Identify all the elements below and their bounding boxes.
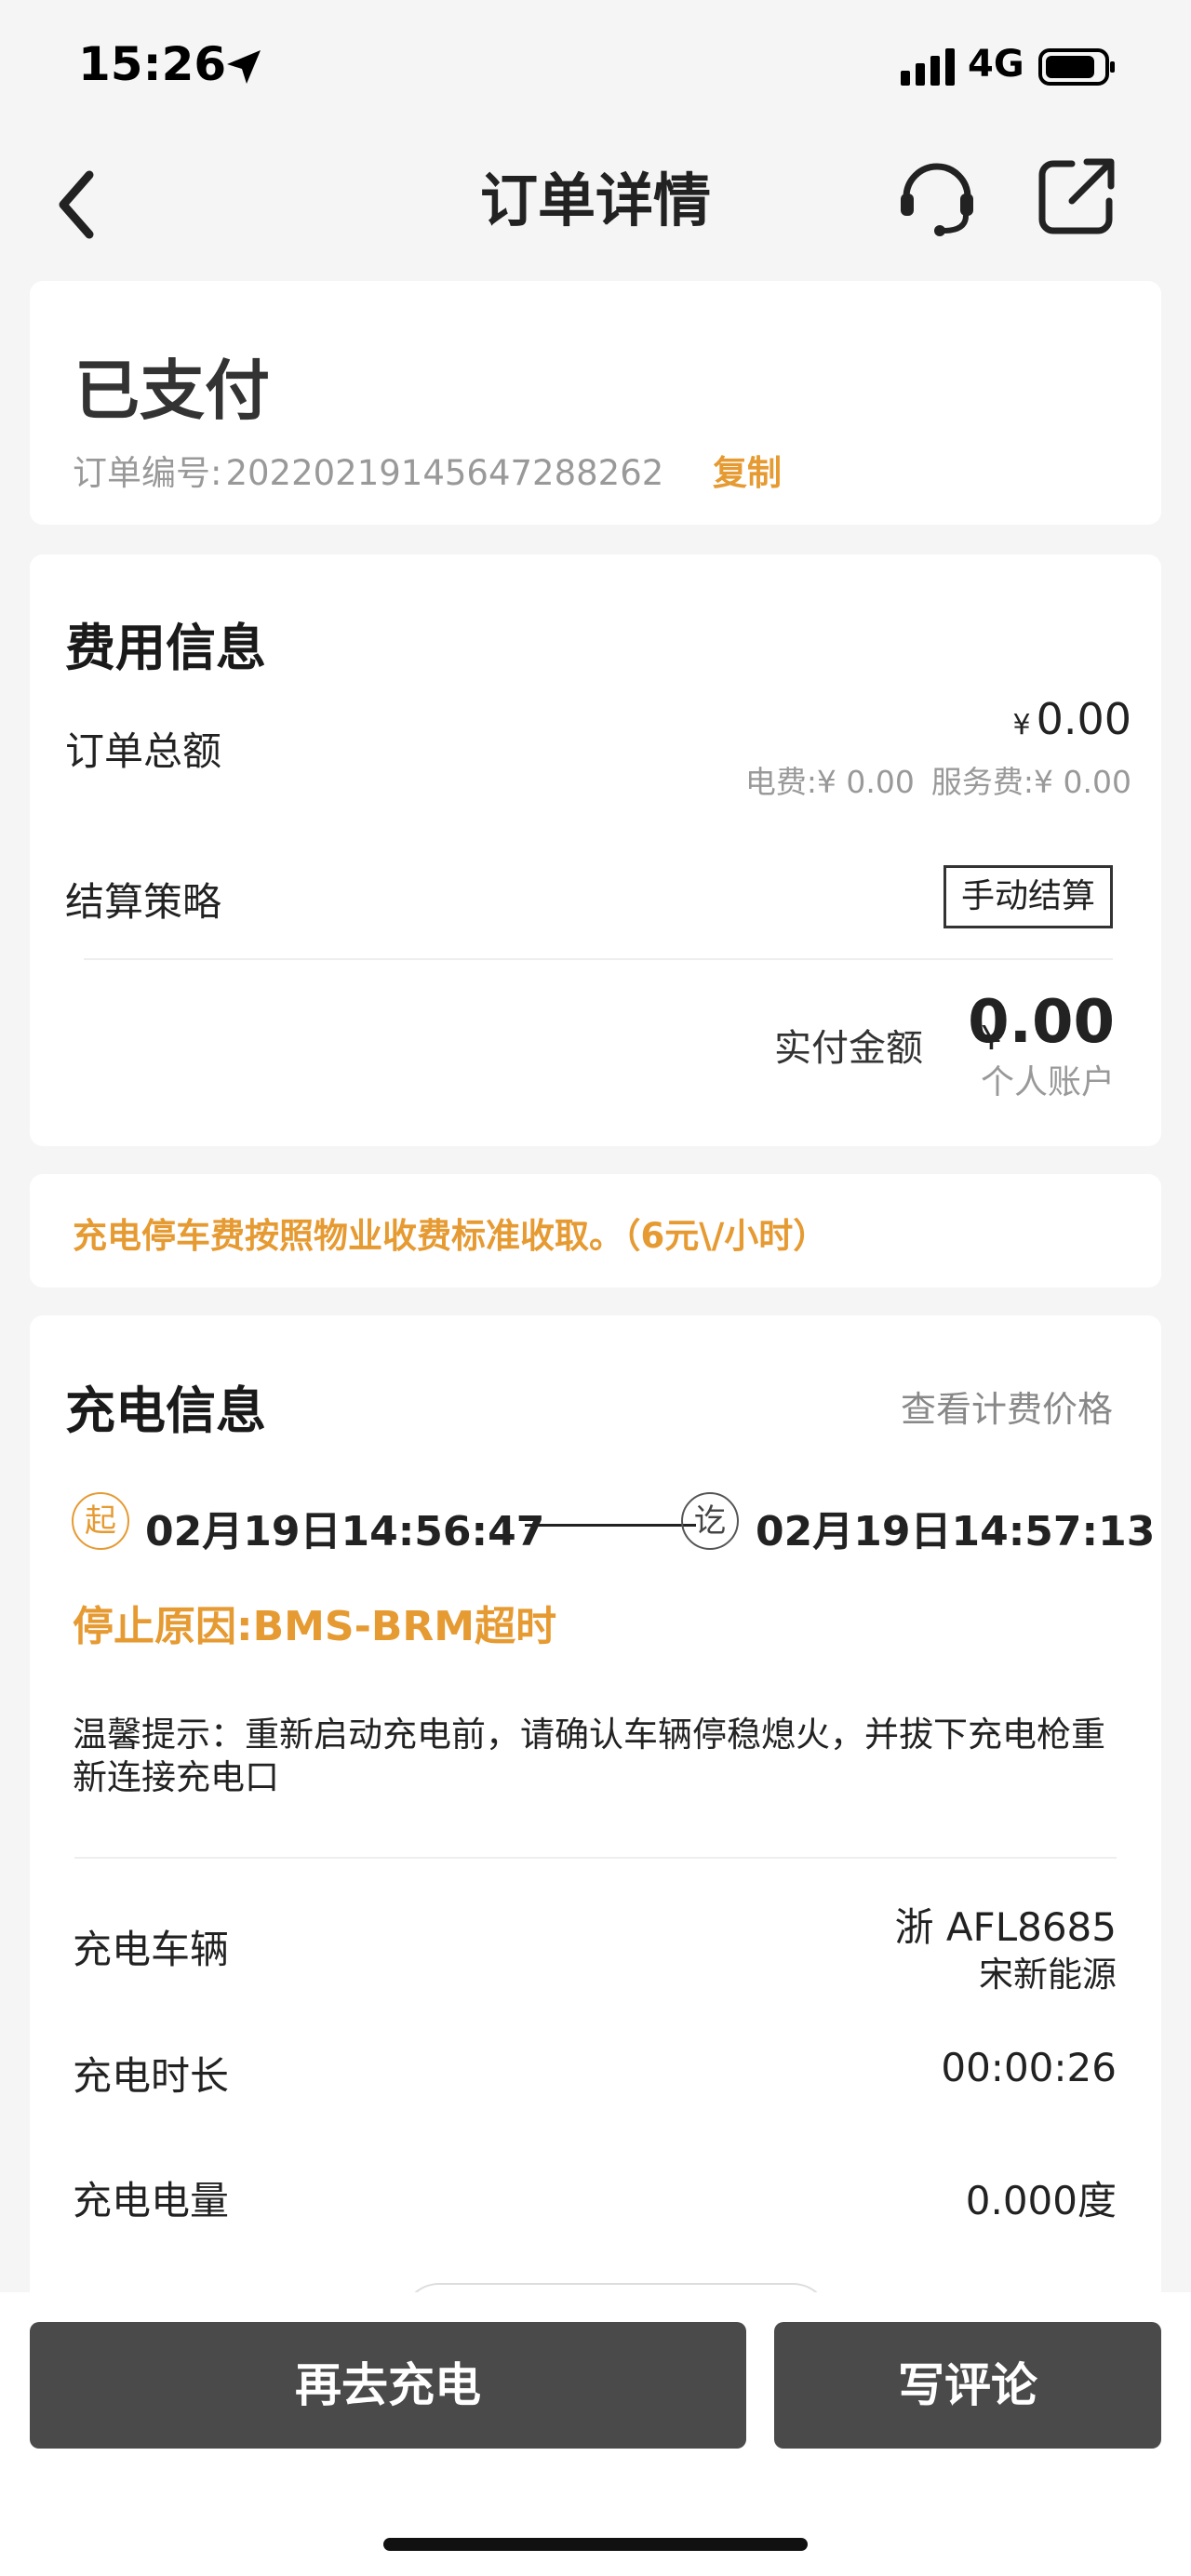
order-total-amount: ¥0.00 [1012, 694, 1131, 744]
end-badge: 讫 [681, 1492, 739, 1550]
paid-amount-label: 实付金额 [774, 1027, 923, 1070]
network-label: 4G [968, 43, 1024, 86]
status-time: 15:26 [78, 37, 227, 91]
start-time: 02月19日14:56:47 [145, 1508, 545, 1555]
order-number-label: 订单编号: [73, 453, 222, 493]
share-icon[interactable] [1035, 153, 1120, 238]
vehicle-brand: 宋新能源 [979, 1955, 1117, 1995]
settlement-strategy-badge: 手动结算 [943, 865, 1113, 928]
divider [84, 958, 1113, 960]
view-pricing-link[interactable]: 查看计费价格 [901, 1381, 1113, 1432]
copy-button[interactable]: 复制 [713, 445, 782, 495]
signal-icon [901, 48, 955, 86]
bottom-action-bar: 再去充电 写评论 [0, 2292, 1191, 2576]
energy-label: 充电电量 [73, 2178, 230, 2223]
recharge-button[interactable]: 再去充电 [30, 2322, 746, 2449]
vehicle-plate: 浙 AFL8685 [894, 1904, 1117, 1950]
currency-symbol: ¥ [1012, 709, 1031, 741]
order-status-card: 已支付 订单编号: 20220219145647288262 复制 [30, 281, 1161, 525]
divider [74, 1857, 1117, 1859]
order-total-label: 订单总额 [65, 728, 222, 774]
energy-value: 0.000度 [965, 2178, 1117, 2223]
order-number-value: 20220219145647288262 [225, 453, 664, 493]
paid-amount-value: 0.00 [968, 988, 1115, 1057]
service-fee: 服务费:¥ 0.00 [930, 764, 1131, 800]
duration-value: 00:00:26 [941, 2045, 1117, 2090]
home-indicator [383, 2538, 808, 2551]
location-arrow-icon [227, 50, 261, 84]
time-range-line [525, 1524, 696, 1527]
electricity-fee: 电费:¥ 0.00 [744, 764, 915, 800]
order-number: 订单编号: 20220219145647288262 [73, 445, 663, 495]
tip-text: 温馨提示：重新启动充电前，请确认车辆停稳熄火，并拔下充电枪重新连接充电口 [73, 1715, 1105, 1797]
order-status: 已支付 [74, 353, 270, 429]
settlement-strategy-label: 结算策略 [65, 879, 222, 925]
vehicle-label: 充电车辆 [73, 1927, 230, 1972]
headset-icon[interactable] [895, 153, 979, 246]
charge-section-title: 充电信息 [65, 1381, 266, 1440]
fee-info-card: 费用信息 订单总额 ¥0.00 电费:¥ 0.00 服务费:¥ 0.00 结算策略… [30, 554, 1161, 1146]
end-time: 02月19日14:57:13 [756, 1508, 1156, 1555]
page-title: 订单详情 [479, 167, 711, 234]
paid-account: 个人账户 [980, 1063, 1115, 1101]
start-badge: 起 [72, 1492, 129, 1550]
duration-label: 充电时长 [73, 2053, 230, 2099]
parking-notice-card: 充电停车费按照物业收费标准收取。（6元\/小时） [30, 1174, 1161, 1288]
parking-notice-text: 充电停车费按照物业收费标准收取。（6元\/小时） [73, 1216, 828, 1256]
stop-reason: 停止原因:BMS-BRM超时 [73, 1603, 557, 1650]
battery-icon [1038, 48, 1115, 86]
total-value: 0.00 [1036, 694, 1131, 744]
fee-breakdown: 电费:¥ 0.00 服务费:¥ 0.00 [729, 757, 1131, 802]
write-review-button[interactable]: 写评论 [774, 2322, 1161, 2449]
status-bar: 15:26 4G [0, 0, 1191, 140]
fee-section-title: 费用信息 [65, 619, 266, 677]
nav-bar: 订单详情 [0, 140, 1191, 279]
